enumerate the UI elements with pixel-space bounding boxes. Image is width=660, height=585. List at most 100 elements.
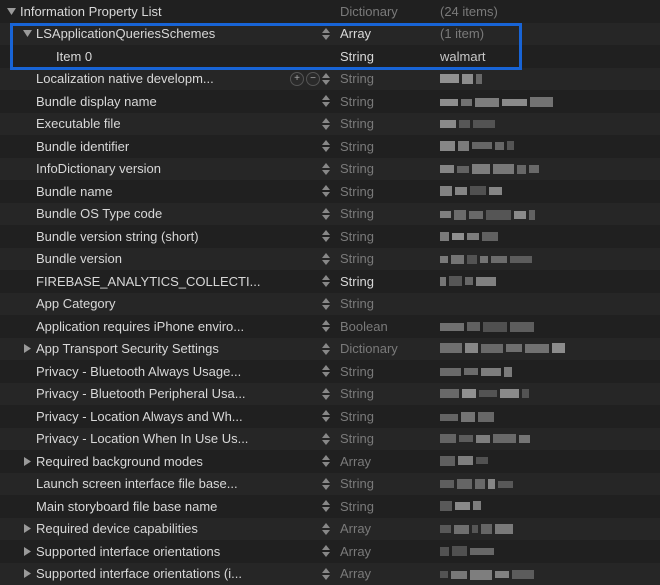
type-cell[interactable]: String xyxy=(340,296,440,311)
plist-row[interactable]: App CategoryString xyxy=(0,293,660,316)
key-cell[interactable]: Item 0 xyxy=(0,49,340,64)
disclosure-triangle-icon[interactable] xyxy=(22,344,32,354)
plist-row[interactable]: Launch screen interface file base...Stri… xyxy=(0,473,660,496)
plist-row[interactable]: FIREBASE_ANALYTICS_COLLECTI...String xyxy=(0,270,660,293)
value-cell[interactable] xyxy=(440,71,660,86)
disclosure-triangle-icon[interactable] xyxy=(22,29,32,39)
key-cell[interactable]: Required background modes xyxy=(0,454,340,469)
plist-row[interactable]: LSApplicationQueriesSchemesArray(1 item) xyxy=(0,23,660,46)
key-cell[interactable]: Localization native developm...+− xyxy=(0,71,340,86)
key-cell[interactable]: Main storyboard file base name xyxy=(0,499,340,514)
value-cell[interactable] xyxy=(440,409,660,424)
type-cell[interactable]: String xyxy=(340,386,440,401)
value-cell[interactable] xyxy=(440,319,660,334)
key-stepper-icon[interactable] xyxy=(320,544,334,559)
key-stepper-icon[interactable] xyxy=(320,521,334,536)
disclosure-triangle-icon[interactable] xyxy=(22,546,32,556)
value-cell[interactable] xyxy=(440,161,660,176)
type-cell[interactable]: String xyxy=(340,94,440,109)
plist-row[interactable]: Bundle version string (short)String xyxy=(0,225,660,248)
type-cell[interactable]: String xyxy=(340,116,440,131)
disclosure-triangle-icon[interactable] xyxy=(6,6,16,16)
value-cell[interactable] xyxy=(440,454,660,469)
key-cell[interactable]: Information Property List xyxy=(0,4,340,19)
value-cell[interactable] xyxy=(440,206,660,221)
key-stepper-icon[interactable] xyxy=(320,116,334,131)
key-cell[interactable]: Required device capabilities xyxy=(0,521,340,536)
key-stepper-icon[interactable] xyxy=(320,94,334,109)
key-stepper-icon[interactable] xyxy=(320,161,334,176)
type-cell[interactable]: String xyxy=(340,184,440,199)
plist-row[interactable]: Privacy - Bluetooth Peripheral Usa...Str… xyxy=(0,383,660,406)
plist-row[interactable]: Privacy - Bluetooth Always Usage...Strin… xyxy=(0,360,660,383)
type-cell[interactable]: String xyxy=(340,431,440,446)
key-cell[interactable]: Bundle version string (short) xyxy=(0,229,340,244)
value-cell[interactable] xyxy=(440,94,660,109)
plist-row[interactable]: Bundle OS Type codeString xyxy=(0,203,660,226)
type-cell[interactable]: Array xyxy=(340,521,440,536)
value-cell[interactable]: (24 items) xyxy=(440,4,660,19)
key-cell[interactable]: InfoDictionary version xyxy=(0,161,340,176)
disclosure-triangle-icon[interactable] xyxy=(22,524,32,534)
value-cell[interactable] xyxy=(440,544,660,559)
key-stepper-icon[interactable] xyxy=(320,184,334,199)
key-stepper-icon[interactable] xyxy=(320,319,334,334)
key-cell[interactable]: FIREBASE_ANALYTICS_COLLECTI... xyxy=(0,274,340,289)
type-cell[interactable]: Array xyxy=(340,26,440,41)
value-cell[interactable] xyxy=(440,251,660,266)
value-cell[interactable] xyxy=(440,229,660,244)
type-cell[interactable]: String xyxy=(340,206,440,221)
plist-row[interactable]: Localization native developm...+−String xyxy=(0,68,660,91)
key-cell[interactable]: Bundle name xyxy=(0,184,340,199)
key-stepper-icon[interactable] xyxy=(320,454,334,469)
type-cell[interactable]: String xyxy=(340,139,440,154)
value-cell[interactable] xyxy=(440,364,660,379)
key-stepper-icon[interactable] xyxy=(320,296,334,311)
plist-row[interactable]: Main storyboard file base nameString xyxy=(0,495,660,518)
key-cell[interactable]: App Category xyxy=(0,296,340,311)
value-cell[interactable] xyxy=(440,499,660,514)
type-cell[interactable]: String xyxy=(340,251,440,266)
plist-row[interactable]: Bundle identifierString xyxy=(0,135,660,158)
type-cell[interactable]: String xyxy=(340,476,440,491)
key-cell[interactable]: Supported interface orientations xyxy=(0,544,340,559)
value-cell[interactable] xyxy=(440,476,660,491)
plist-row[interactable]: Bundle display nameString xyxy=(0,90,660,113)
key-cell[interactable]: Privacy - Location When In Use Us... xyxy=(0,431,340,446)
key-stepper-icon[interactable] xyxy=(320,364,334,379)
key-stepper-icon[interactable] xyxy=(320,274,334,289)
key-cell[interactable]: Application requires iPhone enviro... xyxy=(0,319,340,334)
value-cell[interactable] xyxy=(440,431,660,446)
value-cell[interactable] xyxy=(440,184,660,199)
type-cell[interactable]: String xyxy=(340,49,440,64)
remove-icon[interactable]: − xyxy=(306,72,320,86)
value-cell[interactable] xyxy=(440,116,660,131)
plist-row[interactable]: Information Property ListDictionary(24 i… xyxy=(0,0,660,23)
value-cell[interactable] xyxy=(440,274,660,289)
key-cell[interactable]: Bundle OS Type code xyxy=(0,206,340,221)
key-cell[interactable]: Bundle version xyxy=(0,251,340,266)
key-stepper-icon[interactable] xyxy=(320,386,334,401)
plist-row[interactable]: Privacy - Location Always and Wh...Strin… xyxy=(0,405,660,428)
plist-row[interactable]: InfoDictionary versionString xyxy=(0,158,660,181)
key-stepper-icon[interactable] xyxy=(320,71,334,86)
value-cell[interactable] xyxy=(440,341,660,356)
key-stepper-icon[interactable] xyxy=(320,409,334,424)
value-cell[interactable]: (1 item) xyxy=(440,26,660,41)
plist-row[interactable]: Supported interface orientations (i...Ar… xyxy=(0,563,660,585)
plist-row[interactable]: Application requires iPhone enviro...Boo… xyxy=(0,315,660,338)
type-cell[interactable]: Array xyxy=(340,544,440,559)
key-cell[interactable]: App Transport Security Settings xyxy=(0,341,340,356)
key-cell[interactable]: Launch screen interface file base... xyxy=(0,476,340,491)
type-cell[interactable]: String xyxy=(340,499,440,514)
type-cell[interactable]: String xyxy=(340,274,440,289)
key-cell[interactable]: Executable file xyxy=(0,116,340,131)
type-cell[interactable]: String xyxy=(340,161,440,176)
type-cell[interactable]: String xyxy=(340,409,440,424)
type-cell[interactable]: Boolean xyxy=(340,319,440,334)
plist-row[interactable]: Required device capabilitiesArray xyxy=(0,518,660,541)
key-cell[interactable]: Privacy - Location Always and Wh... xyxy=(0,409,340,424)
type-cell[interactable]: String xyxy=(340,229,440,244)
disclosure-triangle-icon[interactable] xyxy=(22,456,32,466)
plist-editor[interactable]: Information Property ListDictionary(24 i… xyxy=(0,0,660,585)
